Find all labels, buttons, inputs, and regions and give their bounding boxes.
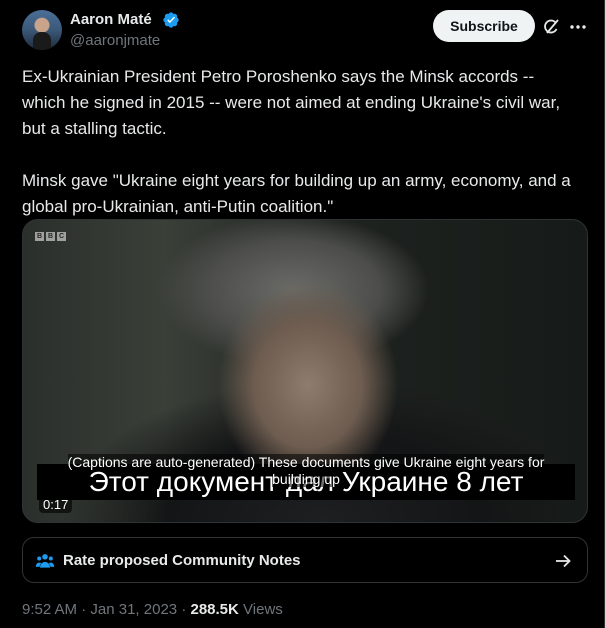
tweet-paragraph-1: Ex-Ukrainian President Petro Poroshenko … bbox=[22, 67, 561, 138]
people-icon bbox=[35, 551, 55, 571]
auto-caption: (Captions are auto-generated) These docu… bbox=[43, 454, 569, 488]
verified-badge-icon[interactable] bbox=[162, 11, 180, 29]
tweet-date[interactable]: Jan 31, 2023 bbox=[90, 601, 177, 618]
bbc-letter-3: C bbox=[57, 232, 66, 241]
auto-caption-text: (Captions are auto-generated) These docu… bbox=[67, 454, 545, 487]
tweet-header: Aaron Maté @aaronjmate Subscribe bbox=[22, 10, 597, 54]
video-player[interactable]: BBC Этот документ дал Украине 8 лет (Cap… bbox=[22, 219, 588, 523]
tweet-text: Ex-Ukrainian President Petro Poroshenko … bbox=[22, 64, 592, 220]
subscribe-button[interactable]: Subscribe bbox=[433, 10, 535, 42]
meta-separator: · bbox=[81, 601, 91, 618]
author-handle[interactable]: @aaronjmate bbox=[70, 32, 160, 49]
more-options-icon[interactable] bbox=[568, 17, 588, 37]
video-duration: 0:17 bbox=[39, 496, 73, 513]
author-name[interactable]: Aaron Maté bbox=[70, 11, 152, 28]
bbc-letter-1: B bbox=[35, 232, 44, 241]
grok-icon[interactable] bbox=[541, 17, 561, 37]
arrow-right-icon bbox=[553, 551, 573, 571]
avatar[interactable] bbox=[22, 10, 62, 50]
tweet-time[interactable]: 9:52 AM bbox=[22, 601, 77, 618]
views-count[interactable]: 288.5K bbox=[190, 601, 238, 618]
bbc-watermark: BBC bbox=[35, 232, 66, 241]
tweet-metadata: 9:52 AM · Jan 31, 2023 · 288.5K Views bbox=[22, 601, 283, 618]
views-label: Views bbox=[243, 601, 283, 618]
bbc-letter-2: B bbox=[46, 232, 55, 241]
community-notes-label: Rate proposed Community Notes bbox=[63, 552, 301, 569]
community-notes-button[interactable]: Rate proposed Community Notes bbox=[22, 537, 588, 583]
tweet-paragraph-2: Minsk gave "Ukraine eight years for buil… bbox=[22, 171, 571, 216]
